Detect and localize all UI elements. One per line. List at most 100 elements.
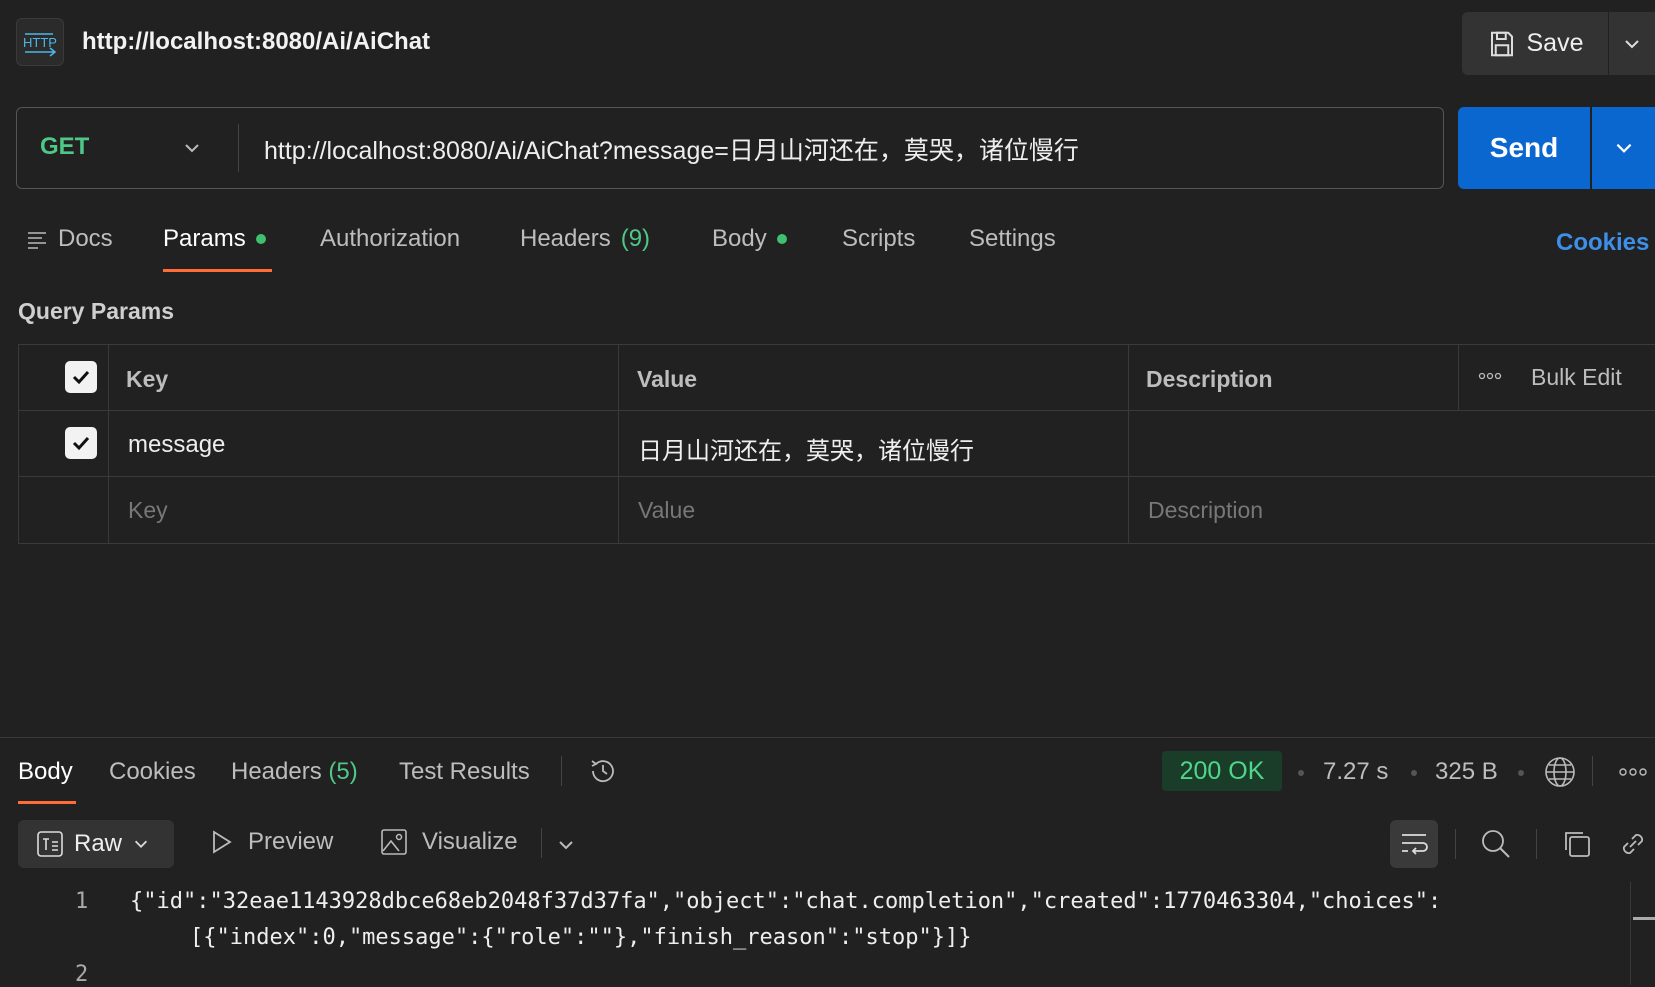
save-icon <box>1487 29 1517 59</box>
search-icon[interactable] <box>1480 828 1512 860</box>
chevron-down-icon[interactable] <box>182 138 202 158</box>
toolbar-separator <box>541 828 542 858</box>
chevron-down-icon <box>1622 34 1642 54</box>
code-line[interactable]: {"id":"32eae1143928dbce68eb2048f37d37fa"… <box>130 889 1441 914</box>
tab-label: Authorization <box>320 225 461 252</box>
tab-label: Body <box>18 758 73 785</box>
link-icon[interactable] <box>1617 828 1649 860</box>
toolbar-separator <box>1592 756 1593 786</box>
url-divider <box>238 124 239 172</box>
globe-icon[interactable] <box>1543 755 1577 789</box>
new-param-value-input[interactable]: Value <box>638 497 695 524</box>
code-line-wrapped[interactable]: [{"index":0,"message":{"role":""},"finis… <box>190 925 971 950</box>
table-col-divider <box>1458 344 1459 410</box>
tab-label: Cookies <box>109 758 196 785</box>
response-tab-headers[interactable]: Headers (5) <box>231 758 358 786</box>
copy-icon[interactable] <box>1561 828 1593 860</box>
code-minimap[interactable] <box>1630 882 1655 985</box>
param-key-input[interactable]: message <box>128 431 225 459</box>
select-all-checkbox[interactable] <box>65 361 97 393</box>
tab-authorization[interactable]: Authorization <box>320 225 460 253</box>
response-tab-test-results[interactable]: Test Results <box>399 758 530 786</box>
param-description-input[interactable] <box>1148 431 1628 461</box>
tab-label: Headers <box>520 225 611 252</box>
new-param-description-input[interactable]: Description <box>1148 497 1263 524</box>
tab-label: Headers <box>231 758 322 785</box>
column-header-value: Value <box>637 366 698 392</box>
preview-label: Preview <box>248 828 334 855</box>
headers-count: (9) <box>620 225 651 252</box>
table-col-divider <box>1128 344 1129 544</box>
save-button[interactable]: Save <box>1462 12 1608 75</box>
column-header-key: Key <box>126 366 169 392</box>
send-label: Send <box>1489 132 1559 163</box>
response-tab-body[interactable]: Body <box>18 758 73 786</box>
meta-separator-dot <box>1298 770 1304 776</box>
bulk-edit-button[interactable]: Bulk Edit <box>1531 364 1622 391</box>
column-header-description: Description <box>1146 366 1273 392</box>
table-row-divider <box>18 476 1655 477</box>
line-number: 2 <box>75 962 89 987</box>
meta-separator-dot <box>1411 770 1417 776</box>
http-badge-text: HTTP <box>23 35 57 50</box>
tab-headers[interactable]: Headers (9) <box>520 225 650 253</box>
active-response-tab-underline <box>18 801 76 804</box>
save-options-button[interactable] <box>1609 12 1655 75</box>
url-input[interactable]: http://localhost:8080/Ai/AiChat?message=… <box>264 131 1079 167</box>
status-badge[interactable]: 200 OK <box>1162 751 1282 791</box>
tab-settings[interactable]: Settings <box>969 225 1056 253</box>
save-label: Save <box>1526 29 1584 57</box>
tab-label: Scripts <box>842 225 916 252</box>
tab-body[interactable]: Body <box>712 225 787 253</box>
image-icon <box>380 828 408 856</box>
visualize-label: Visualize <box>422 828 518 855</box>
toolbar-separator <box>561 756 562 786</box>
chevron-down-icon <box>132 835 150 853</box>
minimap-indicator <box>1633 917 1655 920</box>
tab-label: Settings <box>969 225 1056 252</box>
visualize-button[interactable]: Visualize <box>380 828 518 856</box>
history-icon[interactable] <box>587 755 619 787</box>
docs-icon <box>26 228 48 250</box>
toolbar-separator <box>1455 829 1456 859</box>
tab-label: Test Results <box>399 758 530 785</box>
tab-label: Body <box>712 225 767 252</box>
table-col-divider <box>108 344 109 544</box>
play-icon <box>210 829 234 855</box>
raw-label: Raw <box>74 830 123 857</box>
chevron-down-icon[interactable] <box>556 835 576 855</box>
tab-docs[interactable]: Docs <box>26 225 113 253</box>
preview-button[interactable]: Preview <box>210 828 333 856</box>
request-title[interactable]: http://localhost:8080/Ai/AiChat <box>82 28 430 56</box>
more-options-icon[interactable] <box>1478 370 1502 382</box>
cookies-link[interactable]: Cookies <box>1556 229 1649 257</box>
query-params-title: Query Params <box>18 298 174 324</box>
tab-scripts[interactable]: Scripts <box>842 225 915 253</box>
method-select[interactable]: GET <box>40 133 89 161</box>
response-tab-cookies[interactable]: Cookies <box>109 758 196 786</box>
new-param-key-input[interactable]: Key <box>128 497 168 524</box>
raw-text-icon <box>36 830 64 858</box>
wrap-lines-icon <box>1399 831 1429 857</box>
tab-params[interactable]: Params <box>163 225 266 253</box>
param-row-checkbox[interactable] <box>65 427 97 459</box>
response-time[interactable]: 7.27 s <box>1323 758 1388 786</box>
http-request-icon: HTTP <box>16 18 64 66</box>
toolbar-separator <box>1536 829 1537 859</box>
response-pane-divider[interactable] <box>0 737 1655 738</box>
word-wrap-button[interactable] <box>1390 820 1438 868</box>
send-button[interactable]: Send <box>1458 107 1590 189</box>
raw-view-select[interactable]: Raw <box>18 820 174 868</box>
line-number: 1 <box>75 889 89 914</box>
send-options-button[interactable] <box>1592 107 1655 189</box>
tab-label: Docs <box>58 225 113 252</box>
body-indicator-dot <box>776 234 787 244</box>
table-col-divider <box>618 344 619 544</box>
meta-separator-dot <box>1518 770 1524 776</box>
response-headers-count: (5) <box>328 758 358 785</box>
response-size[interactable]: 325 B <box>1435 758 1498 786</box>
active-tab-underline <box>163 269 272 272</box>
param-value-input[interactable]: 日月山河还在，莫哭，诸位慢行 <box>638 431 974 466</box>
tab-label: Params <box>163 225 246 252</box>
more-options-icon[interactable] <box>1618 766 1648 778</box>
